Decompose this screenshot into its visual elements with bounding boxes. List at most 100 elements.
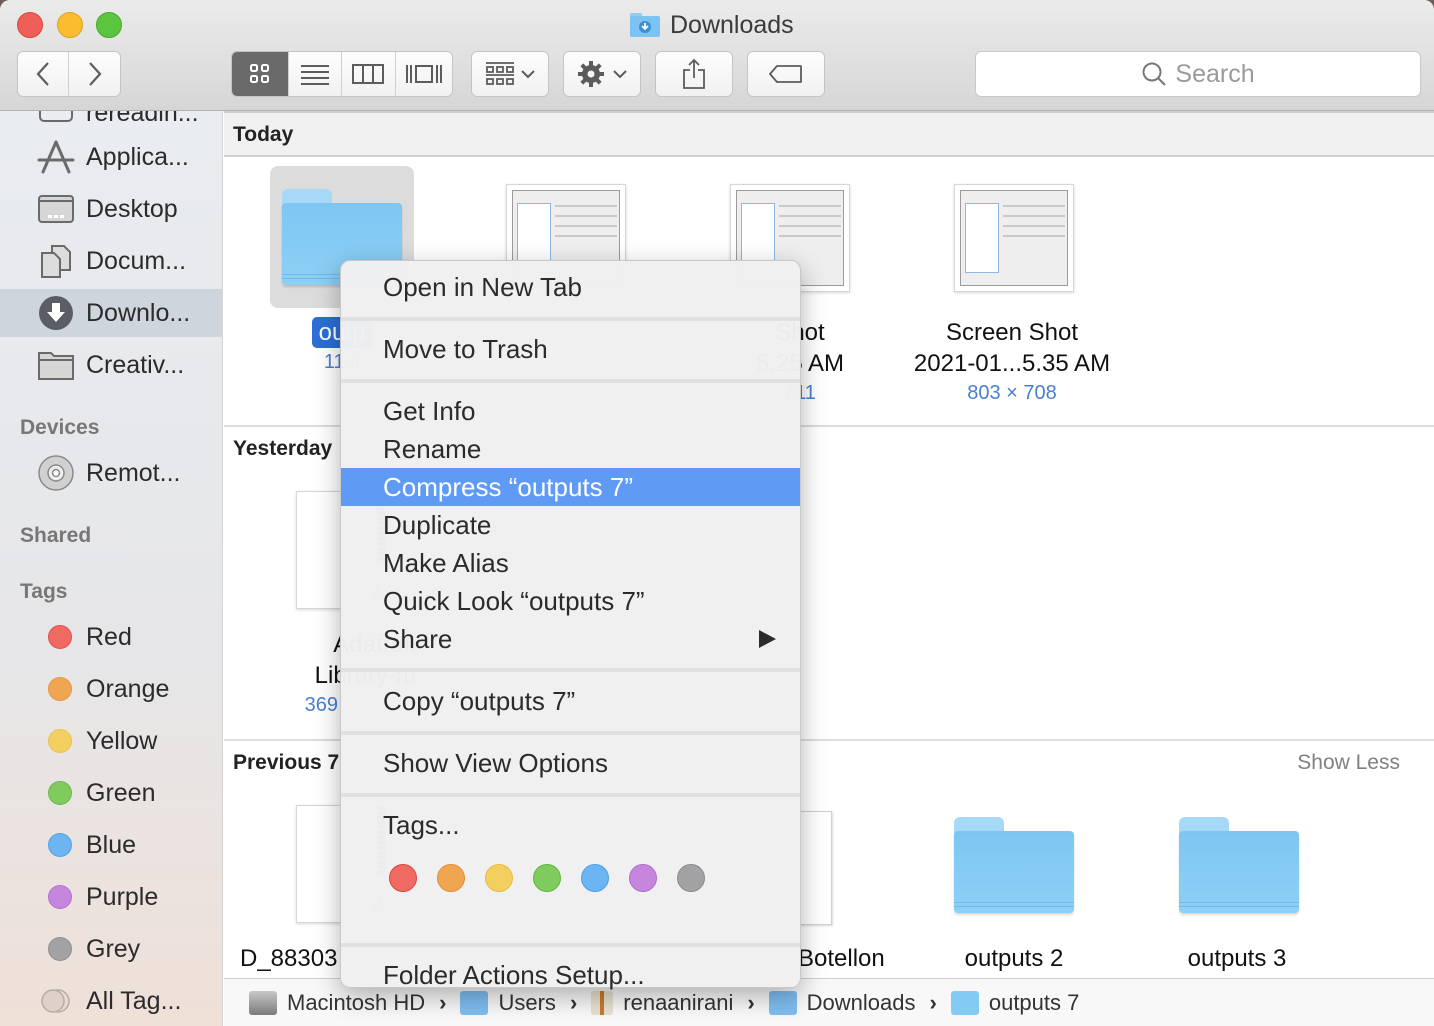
file-name-line: 2021-01...5.35 AM: [913, 350, 1111, 377]
file-item-screenshot-2[interactable]: Screen Shot 2021-01...5.35 AM 803 × 708: [902, 317, 1122, 407]
sidebar-item-label: Grey: [86, 934, 141, 963]
search-field[interactable]: Search: [975, 51, 1421, 97]
all-tags-icon: [36, 983, 76, 1019]
tag-color-icon: [36, 775, 76, 811]
sidebar-tag-green[interactable]: Green: [0, 769, 222, 817]
tag-color-icon: [36, 931, 76, 967]
menu-item-quick-look[interactable]: Quick Look “outputs 7”: [341, 582, 800, 620]
shared-header: Shared: [20, 524, 92, 547]
show-less-link[interactable]: Show Less: [1297, 751, 1400, 775]
share-button[interactable]: [655, 51, 733, 97]
menu-separator: [341, 943, 800, 947]
share-icon: [683, 58, 705, 89]
sidebar-item-label: Green: [86, 778, 156, 807]
users-folder-icon: [460, 990, 489, 1015]
tag-color-icon: [36, 723, 76, 759]
menu-item-open-in-new-tab[interactable]: Open in New Tab: [341, 268, 800, 306]
tag-purple-button[interactable]: [629, 864, 657, 892]
sidebar-item-creative[interactable]: Creativ...: [0, 341, 222, 389]
sidebar-item-label: rereadin...: [86, 111, 199, 127]
edit-tags-button[interactable]: [747, 51, 825, 97]
menu-item-make-alias[interactable]: Make Alias: [341, 544, 800, 582]
grid-icon: [250, 64, 270, 83]
sidebar-item-remote-disc[interactable]: Remot...: [0, 449, 222, 497]
tag-orange-button[interactable]: [437, 864, 465, 892]
tag-color-icon: [36, 879, 76, 915]
menu-separator: [341, 668, 800, 672]
file-meta: 803 × 708: [967, 382, 1057, 404]
search-icon: [1142, 62, 1167, 86]
menu-item-rename[interactable]: Rename: [341, 430, 800, 468]
menu-separator: [341, 793, 800, 797]
desktop-icon: [36, 191, 76, 227]
menu-item-get-info[interactable]: Get Info: [341, 392, 800, 430]
tag-red-button[interactable]: [389, 864, 417, 892]
menu-item-tags[interactable]: Tags...: [341, 806, 800, 844]
toolbar: Downloads Search: [0, 0, 1434, 111]
column-view-button[interactable]: [342, 52, 396, 96]
path-segment[interactable]: outputs 7: [989, 990, 1080, 1016]
back-button[interactable]: [18, 52, 70, 96]
disc-icon: [36, 455, 76, 491]
hard-drive-icon: [249, 990, 277, 1015]
downloads-folder-icon: [630, 13, 660, 37]
sidebar-item-documents[interactable]: Docum...: [0, 237, 222, 285]
menu-item-show-view-options[interactable]: Show View Options: [341, 744, 800, 782]
sidebar-tag-red[interactable]: Red: [0, 613, 222, 661]
sidebar-item-applications[interactable]: Applica...: [0, 133, 222, 181]
tag-grey-button[interactable]: [677, 864, 705, 892]
group-title: Yesterday: [233, 437, 333, 460]
devices-header: Devices: [20, 416, 100, 439]
sidebar: rereadin... Applica... Desktop Docum... …: [0, 111, 223, 1026]
menu-item-duplicate[interactable]: Duplicate: [341, 506, 800, 544]
menu-item-move-to-trash[interactable]: Move to Trash: [341, 330, 800, 368]
sidebar-tag-yellow[interactable]: Yellow: [0, 717, 222, 765]
downloads-folder-icon: [768, 990, 797, 1015]
list-view-button[interactable]: [289, 52, 343, 96]
group-by-button[interactable]: [471, 51, 549, 97]
sidebar-item-downloads[interactable]: Downlo...: [0, 289, 222, 337]
tag-yellow-button[interactable]: [485, 864, 513, 892]
applications-icon: [36, 139, 76, 175]
file-item-outputs-3[interactable]: outputs 3: [1127, 943, 1347, 974]
menu-item-folder-actions-setup[interactable]: Folder Actions Setup...: [341, 956, 800, 994]
folder-icon[interactable]: [954, 817, 1074, 913]
menu-item-copy[interactable]: Copy “outputs 7”: [341, 682, 800, 720]
menu-item-compress[interactable]: Compress “outputs 7”: [341, 468, 800, 506]
screenshot-thumbnail[interactable]: [954, 184, 1074, 292]
sidebar-item-label: Orange: [86, 674, 170, 703]
file-item-outputs-2[interactable]: outputs 2: [904, 943, 1124, 974]
home-icon: [591, 990, 614, 1015]
sidebar-tag-grey[interactable]: Grey: [0, 925, 222, 973]
sidebar-item-label: Red: [86, 622, 132, 651]
forward-button[interactable]: [69, 52, 120, 96]
action-menu-button[interactable]: [563, 51, 641, 97]
sidebar-item-label: Blue: [86, 830, 137, 859]
zoom-button[interactable]: [96, 12, 122, 38]
tag-green-button[interactable]: [533, 864, 561, 892]
file-item-botellon[interactable]: Botellon: [798, 943, 918, 974]
file-name: Botellon: [798, 945, 885, 972]
sidebar-item-label: Purple: [86, 882, 159, 911]
minimize-button[interactable]: [57, 12, 83, 38]
folder-icon[interactable]: [1179, 817, 1299, 913]
menu-separator: [341, 731, 800, 735]
chevron-down-icon: [521, 70, 535, 79]
sidebar-tag-purple[interactable]: Purple: [0, 873, 222, 921]
tag-blue-button[interactable]: [581, 864, 609, 892]
sidebar-item-desktop[interactable]: Desktop: [0, 185, 222, 233]
gallery-view-button[interactable]: [396, 52, 452, 96]
tag-color-icon: [36, 827, 76, 863]
sidebar-all-tags[interactable]: All Tag...: [0, 977, 222, 1025]
tag-color-icon: [36, 619, 76, 655]
menu-item-share[interactable]: Share: [341, 620, 800, 658]
sidebar-tag-orange[interactable]: Orange: [0, 665, 222, 713]
chevron-down-icon: [613, 70, 627, 79]
sidebar-tag-blue[interactable]: Blue: [0, 821, 222, 869]
drive-icon: [36, 111, 76, 131]
icon-view-button[interactable]: [232, 52, 290, 96]
close-button[interactable]: [17, 12, 43, 38]
gallery-icon: [405, 65, 442, 83]
path-segment[interactable]: Downloads: [807, 990, 916, 1016]
tags-header: Tags: [20, 580, 68, 603]
